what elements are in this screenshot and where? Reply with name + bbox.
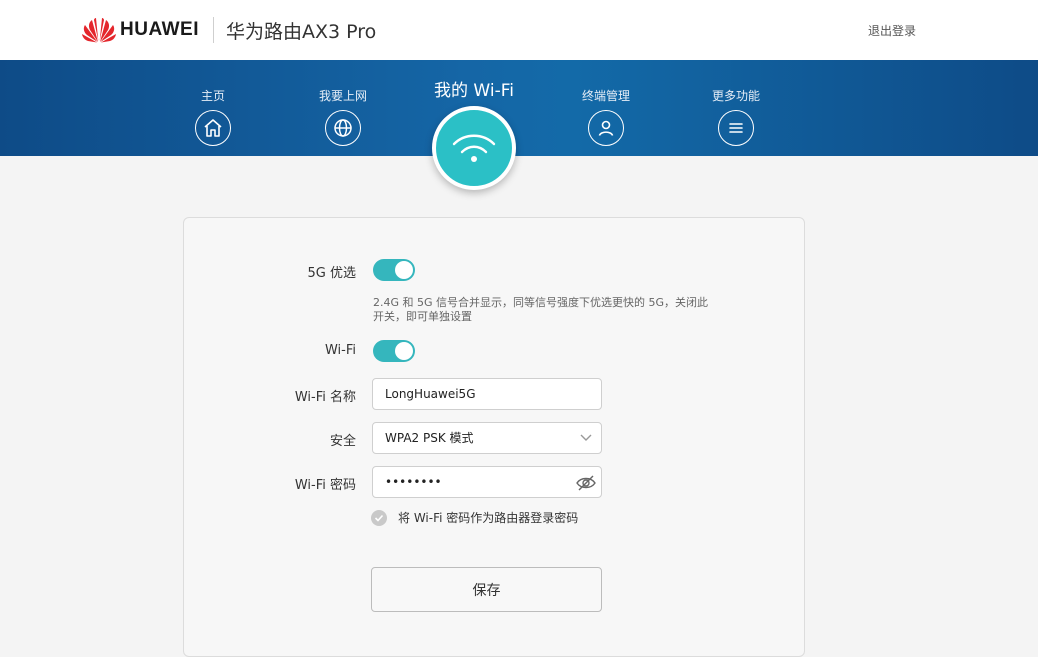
ssid-input[interactable]	[385, 387, 565, 401]
wifi-label: Wi-Fi	[324, 343, 356, 358]
nav-item-more[interactable]: 更多功能	[691, 88, 781, 146]
product-name: 华为路由AX3 Pro	[226, 20, 377, 43]
nav-item-label: 终端管理	[581, 89, 630, 103]
brand-name: HUAWEI	[120, 19, 199, 40]
security-select[interactable]: WPA2 PSK 模式	[372, 422, 602, 454]
nav-item-label: 更多功能	[711, 89, 760, 103]
logout-link[interactable]: 退出登录	[868, 22, 916, 39]
nav-item-wifi-label: 我的 Wi-Fi	[434, 81, 514, 101]
password-field[interactable]: ••••••••	[372, 466, 602, 498]
password-masked-value: ••••••••	[385, 475, 442, 489]
chevron-down-icon	[580, 434, 592, 441]
band-priority-toggle[interactable]	[373, 259, 415, 281]
toggle-knob	[395, 261, 413, 279]
main-nav: 主页 我要上网 我的 Wi-Fi 终端管理 更多功能	[0, 60, 1038, 190]
checkmark-icon	[374, 514, 384, 522]
hide-password-icon[interactable]	[575, 472, 597, 494]
save-button[interactable]: 保存	[371, 567, 602, 612]
nav-item-label: 我要上网	[318, 89, 367, 103]
security-selected-value: WPA2 PSK 模式	[385, 431, 474, 445]
user-icon	[588, 110, 624, 146]
menu-icon	[718, 110, 754, 146]
brand: HUAWEI 华为路由AX3 Pro	[82, 14, 376, 46]
brand-divider	[213, 17, 214, 43]
use-as-login-checkbox[interactable]	[371, 510, 387, 526]
band-priority-label: 5G 优选	[307, 266, 356, 281]
security-label: 安全	[329, 434, 356, 449]
band-priority-hint: 2.4G 和 5G 信号合并显示，同等信号强度下优选更快的 5G，关闭此开关，即…	[373, 296, 709, 323]
wifi-icon	[452, 134, 496, 162]
use-as-login-label: 将 Wi-Fi 密码作为路由器登录密码	[398, 511, 579, 525]
nav-item-internet[interactable]: 我要上网	[298, 88, 388, 146]
nav-item-label: 主页	[200, 89, 225, 103]
top-bar: HUAWEI 华为路由AX3 Pro 退出登录	[0, 0, 1038, 60]
ssid-field[interactable]	[372, 378, 602, 410]
wifi-toggle[interactable]	[373, 340, 415, 362]
huawei-logo-icon	[82, 18, 116, 43]
globe-icon	[325, 110, 361, 146]
nav-item-devices[interactable]: 终端管理	[561, 88, 651, 146]
nav-item-home[interactable]: 主页	[168, 88, 258, 146]
ssid-label: Wi-Fi 名称	[294, 390, 356, 405]
home-icon	[195, 110, 231, 146]
nav-item-wifi[interactable]	[432, 106, 516, 190]
toggle-knob	[395, 342, 413, 360]
password-label: Wi-Fi 密码	[294, 478, 356, 493]
